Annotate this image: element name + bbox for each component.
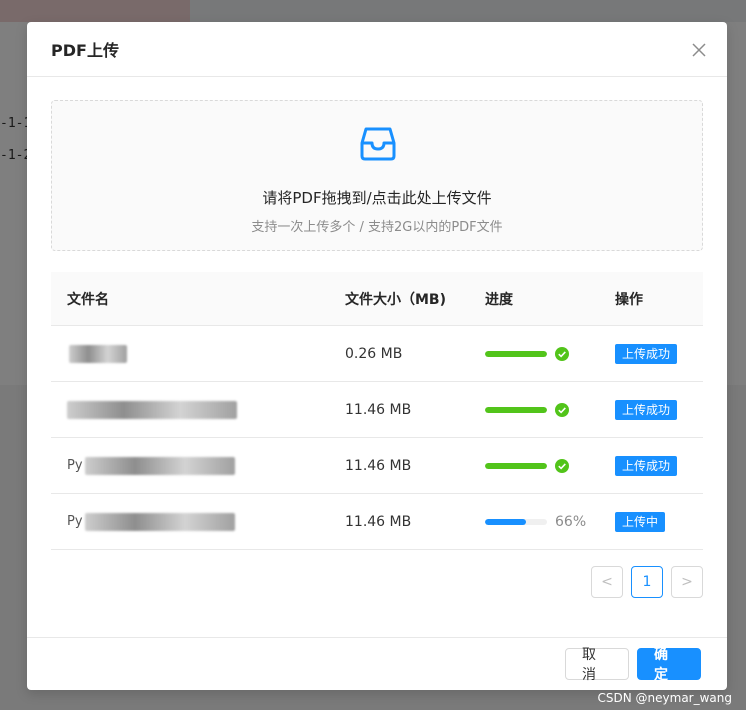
status-badge[interactable]: 上传成功 (615, 343, 678, 364)
dropzone-text: 请将PDF拖拽到/点击此处上传文件 (262, 189, 492, 207)
table-row: Py 11.46 MB 66% 上传中 (51, 494, 703, 550)
file-table: 文件名 文件大小（MB) 进度 操作 0.26 MB 上传成功 11.46 MB… (51, 272, 703, 550)
header-progress: 进度 (485, 291, 513, 308)
confirm-button[interactable]: 确定 (637, 647, 701, 683)
modal-footer: 取消 确定 (27, 637, 727, 690)
progress-bar (485, 350, 547, 357)
table-row: 0.26 MB 上传成功 (51, 326, 703, 382)
file-size: 11.46 MB (345, 513, 412, 530)
action-cell: 上传成功 (599, 343, 703, 364)
file-name-cell (51, 326, 329, 381)
dropzone-hint: 支持一次上传多个 / 支持2G以内的PDF文件 (251, 220, 503, 235)
header-filename: 文件名 (67, 291, 109, 308)
status-badge[interactable]: 上传成功 (615, 399, 678, 420)
redacted-filename (69, 344, 127, 363)
cancel-button[interactable]: 取消 (565, 647, 629, 683)
watermark: CSDN @neymar_wang (597, 691, 732, 705)
table-row: 11.46 MB 上传成功 (51, 382, 703, 438)
progress-percent: 66% (555, 513, 587, 530)
upload-modal: PDF上传 请将PDF拖拽到/点击此处上传文件 支持一次上传多个 / 支持2G以… (27, 22, 727, 690)
progress-bar (485, 518, 547, 525)
upload-dropzone[interactable]: 请将PDF拖拽到/点击此处上传文件 支持一次上传多个 / 支持2G以内的PDF文… (51, 100, 703, 251)
progress-cell: 66% (469, 514, 599, 530)
check-circle-icon (555, 458, 569, 473)
progress-fill (485, 350, 547, 357)
progress-cell (469, 458, 599, 473)
file-name: Py (67, 458, 83, 473)
file-name: Py (67, 514, 83, 529)
modal-header: PDF上传 (27, 22, 727, 77)
close-icon[interactable] (689, 40, 709, 60)
next-page-button[interactable]: > (671, 566, 703, 598)
close-icon-svg (692, 43, 706, 57)
status-badge[interactable]: 上传成功 (615, 455, 678, 476)
file-name-cell: Py (51, 494, 329, 549)
progress-fill (485, 406, 547, 413)
redacted-filename (67, 400, 237, 419)
action-cell: 上传成功 (599, 399, 703, 420)
action-cell: 上传成功 (599, 455, 703, 476)
check-circle-icon (555, 346, 569, 361)
file-size: 0.26 MB (345, 345, 403, 362)
table-header: 文件名 文件大小（MB) 进度 操作 (51, 272, 703, 326)
table-row: Py 11.46 MB 上传成功 (51, 438, 703, 494)
header-filesize: 文件大小（MB) (345, 291, 447, 308)
progress-cell (469, 346, 599, 361)
pagination: < 1 > (591, 566, 703, 598)
redacted-filename (85, 512, 235, 531)
action-cell: 上传中 (599, 511, 703, 532)
file-size: 11.46 MB (345, 401, 412, 418)
progress-fill (485, 462, 547, 469)
progress-fill (485, 518, 526, 525)
progress-cell (469, 402, 599, 417)
check-circle-icon (555, 402, 569, 417)
status-badge[interactable]: 上传中 (615, 511, 666, 532)
header-action: 操作 (615, 291, 643, 308)
redacted-filename (85, 456, 235, 475)
file-name-cell: Py (51, 438, 329, 493)
inbox-icon (360, 127, 396, 161)
progress-bar (485, 406, 547, 413)
modal-title: PDF上传 (51, 41, 119, 60)
page-1-button[interactable]: 1 (631, 566, 663, 598)
file-size: 11.46 MB (345, 457, 412, 474)
file-name-cell (51, 382, 329, 437)
prev-page-button[interactable]: < (591, 566, 623, 598)
progress-bar (485, 462, 547, 469)
